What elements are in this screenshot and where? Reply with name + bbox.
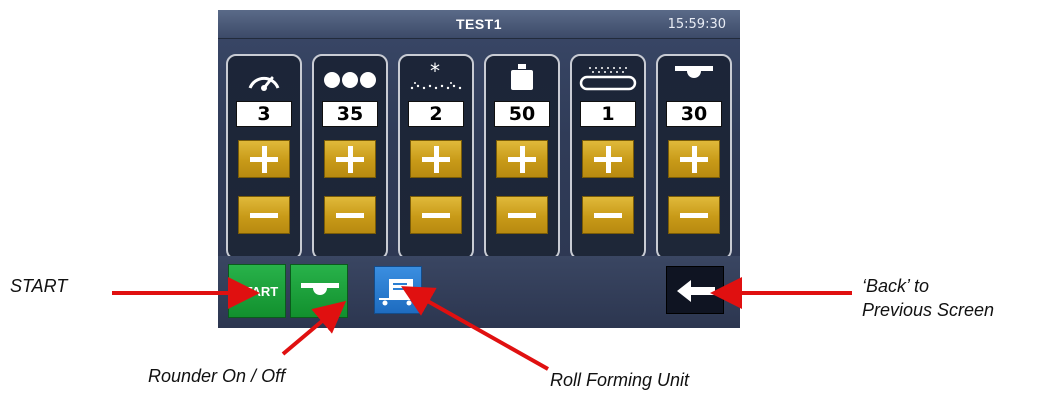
start-callout: START: [10, 276, 68, 296]
roll-forming-callout: Roll Forming Unit: [550, 370, 690, 390]
callout-arrows: [112, 277, 852, 371]
back-callout-line1: ‘Back’ to: [862, 276, 930, 296]
back-callout-line2: Previous Screen: [862, 300, 995, 320]
rounder-callout: Rounder On / Off: [148, 366, 286, 386]
